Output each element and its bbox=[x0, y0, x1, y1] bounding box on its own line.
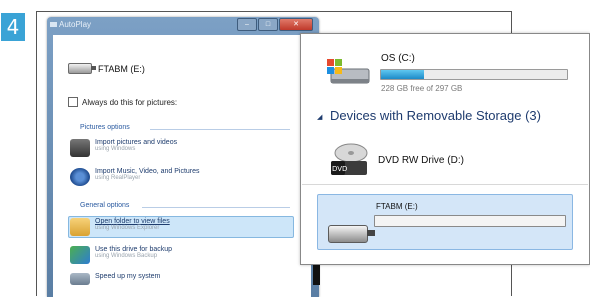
option-sub-label: using Windows Backup bbox=[95, 253, 158, 259]
always-do-this-row[interactable]: Always do this for pictures: bbox=[68, 97, 177, 107]
realplayer-icon bbox=[70, 168, 90, 186]
window-controls: – □ ✕ bbox=[237, 18, 313, 31]
step-number-badge: 4 bbox=[1, 13, 25, 41]
option-import-pictures[interactable]: Import pictures and videos using Windows bbox=[70, 139, 177, 157]
option-open-folder[interactable]: Open folder to view files using Windows … bbox=[68, 216, 294, 238]
folder-icon bbox=[70, 218, 90, 236]
group-collapse-arrow-icon[interactable]: ◢ bbox=[317, 113, 322, 121]
option-backup[interactable]: Use this drive for backup using Windows … bbox=[70, 246, 172, 264]
autoplay-drive-label: FTABM (E:) bbox=[98, 63, 145, 74]
os-drive-usage-fill bbox=[381, 70, 424, 79]
usb-drive-large-icon bbox=[328, 225, 375, 243]
general-options-rule bbox=[142, 207, 290, 208]
speed-icon bbox=[70, 273, 90, 285]
option-main-label: Import Music, Video, and Pictures bbox=[95, 168, 200, 175]
window-edge-shadow bbox=[313, 262, 320, 285]
windows-drive-icon bbox=[327, 59, 370, 84]
os-drive-free-space: 228 GB free of 297 GB bbox=[381, 84, 463, 93]
removable-storage-group-header[interactable]: Devices with Removable Storage (3) bbox=[330, 108, 541, 123]
option-main-label: Use this drive for backup bbox=[95, 246, 173, 253]
option-sub-label: using RealPlayer bbox=[95, 175, 141, 181]
usb-drive-usage-bar bbox=[374, 215, 566, 227]
dvd-drive-icon: DVD bbox=[331, 143, 368, 175]
general-options-heading: General options bbox=[80, 202, 130, 209]
computer-drives-panel: OS (C:) 228 GB free of 297 GB ◢ Devices … bbox=[300, 33, 590, 265]
autoplay-drive-header: FTABM (E:) bbox=[68, 63, 145, 74]
os-drive-label: OS (C:) bbox=[381, 53, 415, 64]
usb-drive-tile[interactable]: FTABM (E:) bbox=[317, 194, 573, 250]
option-main-label: Open folder to view files bbox=[95, 218, 170, 225]
minimize-button[interactable]: – bbox=[237, 18, 257, 31]
autoplay-title: AutoPlay bbox=[59, 20, 92, 29]
dvd-icon-text: DVD bbox=[332, 165, 347, 173]
always-do-this-checkbox[interactable] bbox=[68, 97, 78, 107]
option-sub-label: using Windows Explorer bbox=[95, 225, 160, 231]
camera-icon bbox=[70, 139, 90, 157]
autoplay-window-icon bbox=[50, 22, 57, 27]
dvd-drive-label: DVD RW Drive (D:) bbox=[378, 155, 464, 166]
usb-drive-label: FTABM (E:) bbox=[376, 202, 418, 211]
usb-drive-icon bbox=[68, 63, 96, 74]
pictures-options-rule bbox=[150, 129, 290, 130]
option-import-realplayer[interactable]: Import Music, Video, and Pictures using … bbox=[70, 168, 200, 186]
maximize-button[interactable]: □ bbox=[258, 18, 278, 31]
panel-divider bbox=[302, 184, 588, 185]
pictures-options-heading: Pictures options bbox=[80, 124, 130, 131]
os-drive-usage-bar bbox=[380, 69, 568, 80]
option-sub-label: using Windows bbox=[95, 146, 136, 152]
option-speed-up[interactable]: Speed up my system bbox=[70, 273, 160, 285]
option-main-label: Speed up my system bbox=[95, 273, 161, 280]
option-main-label: Import pictures and videos bbox=[95, 139, 178, 146]
backup-icon bbox=[70, 246, 90, 264]
close-button[interactable]: ✕ bbox=[279, 18, 313, 31]
always-do-this-label: Always do this for pictures: bbox=[82, 97, 178, 107]
